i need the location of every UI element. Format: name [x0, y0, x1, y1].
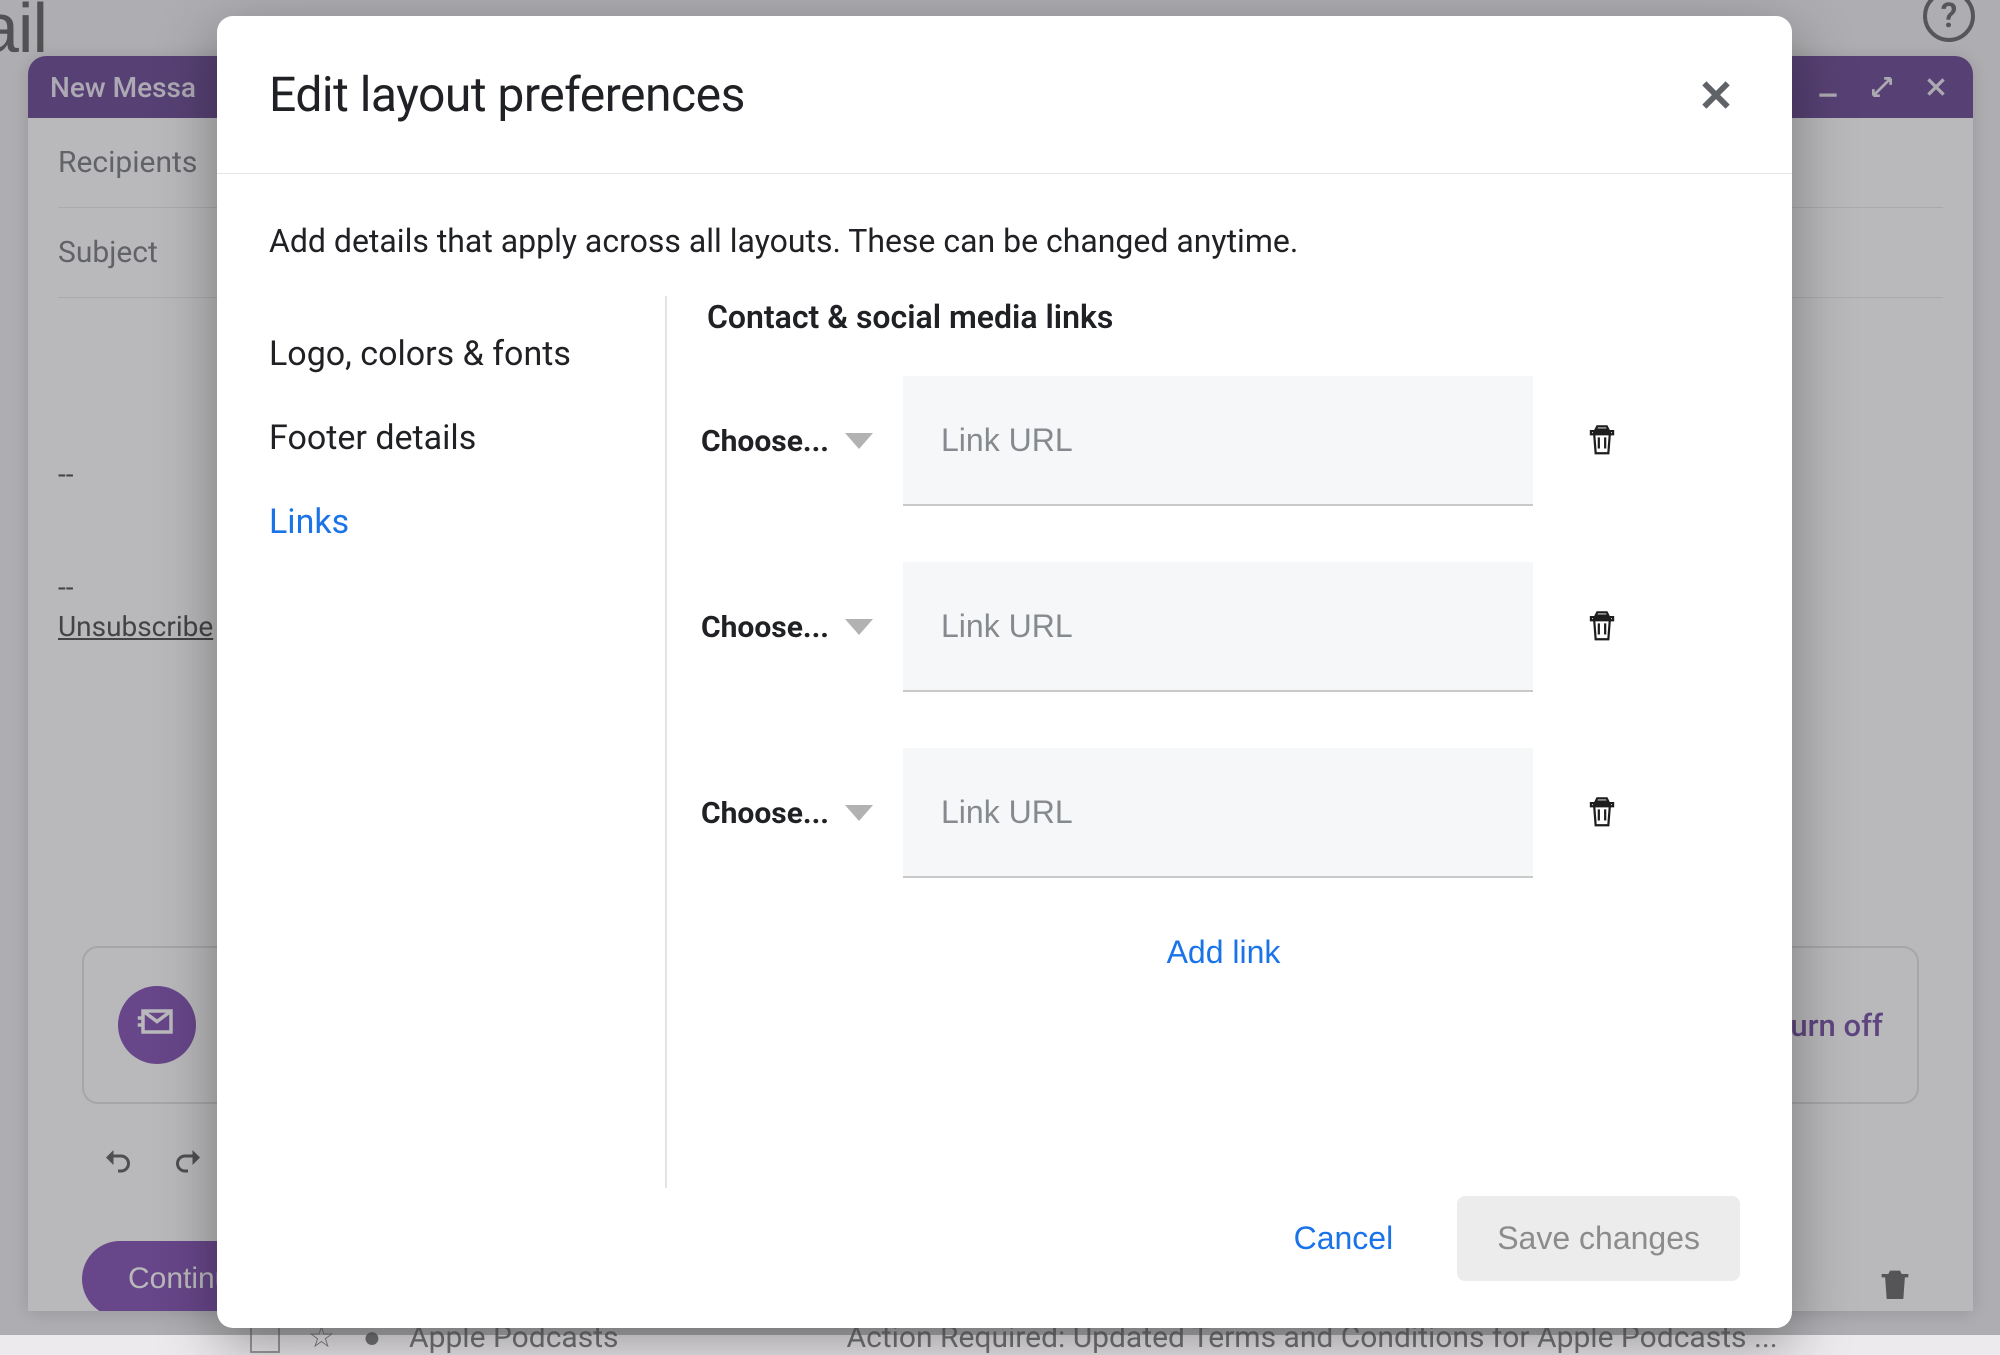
link-type-select[interactable]: Choose... — [707, 796, 873, 831]
dialog-title: Edit layout preferences — [269, 66, 745, 123]
link-row: Choose... — [707, 748, 1740, 878]
dialog-side-nav: Logo, colors & fonts Footer details Link… — [269, 296, 667, 1188]
select-label: Choose... — [701, 610, 829, 645]
chevron-down-icon — [845, 619, 873, 635]
link-row: Choose... — [707, 562, 1740, 692]
delete-link-icon[interactable] — [1583, 606, 1621, 648]
link-url-input[interactable] — [903, 376, 1533, 506]
link-url-input[interactable] — [903, 562, 1533, 692]
chevron-down-icon — [845, 433, 873, 449]
link-type-select[interactable]: Choose... — [707, 424, 873, 459]
link-url-input[interactable] — [903, 748, 1533, 878]
edit-layout-preferences-dialog: Edit layout preferences Add details that… — [217, 16, 1792, 1328]
links-panel: Contact & social media links Choose... C… — [667, 296, 1740, 1188]
panel-heading: Contact & social media links — [707, 298, 1740, 336]
save-changes-button[interactable]: Save changes — [1457, 1196, 1740, 1281]
nav-footer-details[interactable]: Footer details — [269, 396, 665, 480]
delete-link-icon[interactable] — [1583, 792, 1621, 834]
nav-links[interactable]: Links — [269, 480, 665, 564]
chevron-down-icon — [845, 805, 873, 821]
dialog-header: Edit layout preferences — [217, 16, 1792, 174]
dialog-subtitle: Add details that apply across all layout… — [217, 174, 1792, 296]
select-label: Choose... — [701, 796, 829, 831]
cancel-button[interactable]: Cancel — [1270, 1206, 1418, 1271]
dialog-footer: Cancel Save changes — [217, 1188, 1792, 1328]
add-link-button[interactable]: Add link — [707, 934, 1740, 971]
select-label: Choose... — [701, 424, 829, 459]
delete-link-icon[interactable] — [1583, 420, 1621, 462]
link-type-select[interactable]: Choose... — [707, 610, 873, 645]
nav-logo-colors-fonts[interactable]: Logo, colors & fonts — [269, 312, 665, 396]
link-row: Choose... — [707, 376, 1740, 506]
dialog-close-button[interactable] — [1692, 71, 1740, 119]
